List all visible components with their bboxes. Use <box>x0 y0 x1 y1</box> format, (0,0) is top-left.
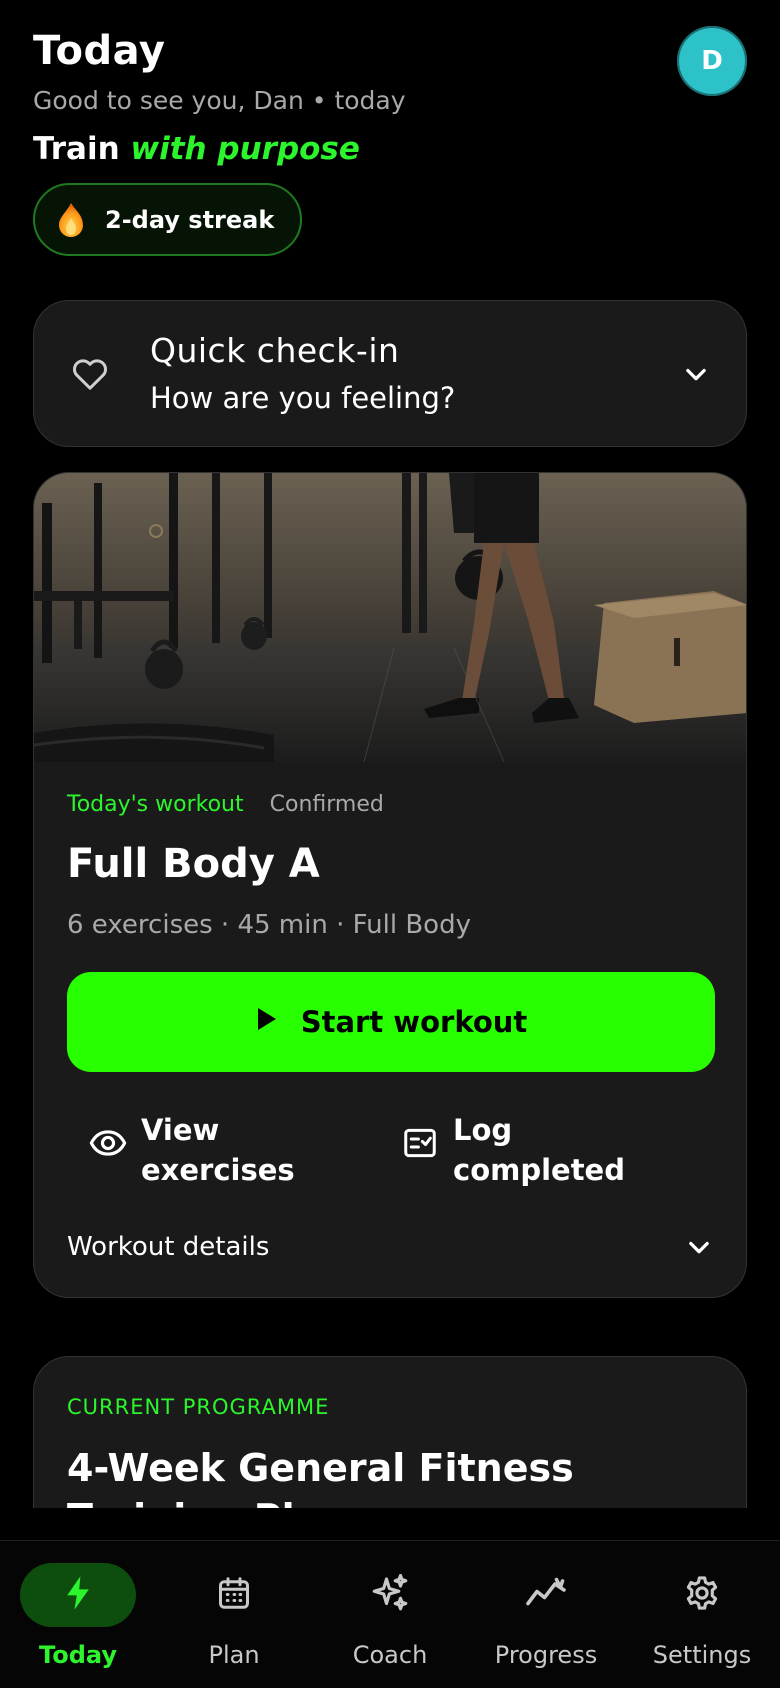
tagline-accent: with purpose <box>130 131 360 167</box>
tab-today[interactable]: Today <box>0 1541 156 1688</box>
heart-icon <box>70 354 110 394</box>
view-exercises-button[interactable]: View exercises <box>89 1110 401 1190</box>
tab-coach-label: Coach <box>352 1641 428 1669</box>
workout-status: Confirmed <box>269 792 384 817</box>
trend-icon <box>525 1576 567 1614</box>
workout-hero-image <box>34 473 746 762</box>
greeting-text: Good to see you, Dan • today <box>33 86 406 115</box>
workout-info: 6 exercises · 45 min · Full Body <box>67 910 471 940</box>
main-scroll[interactable]: Today Good to see you, Dan • today Train… <box>0 0 780 1508</box>
chevron-down-icon <box>685 1233 713 1261</box>
sparkles-icon <box>369 1572 411 1618</box>
streak-label: 2-day streak <box>105 205 275 234</box>
checkin-title: Quick check-in <box>150 330 400 370</box>
tab-today-pill <box>20 1563 136 1627</box>
view-exercises-label: View exercises <box>141 1113 295 1187</box>
tab-progress-pill <box>488 1563 604 1627</box>
tagline: Train with purpose <box>33 130 747 168</box>
start-workout-button[interactable]: Start workout <box>67 972 715 1072</box>
start-workout-label: Start workout <box>300 1005 528 1039</box>
workout-name: Full Body A <box>67 841 320 887</box>
checklist-icon <box>401 1124 439 1162</box>
tab-coach-pill <box>332 1563 448 1627</box>
checkin-subtitle: How are you feeling? <box>150 380 456 415</box>
streak-badge[interactable]: 2-day streak <box>33 183 303 256</box>
programme-tag: CURRENT PROGRAMME <box>67 1395 330 1419</box>
tab-progress[interactable]: Progress <box>468 1541 624 1688</box>
page-title: Today <box>33 28 166 74</box>
avatar[interactable]: D <box>677 26 747 96</box>
chevron-down-icon[interactable] <box>682 360 710 388</box>
bottom-tab-bar: Today Plan Coach Progress Settings <box>0 1540 780 1688</box>
checkin-card[interactable]: Quick check-in How are you feeling? <box>33 300 747 447</box>
gear-icon <box>683 1574 721 1616</box>
programme-card[interactable]: CURRENT PROGRAMME 4-Week General Fitness… <box>33 1356 747 1508</box>
workout-details-toggle[interactable]: Workout details <box>67 1232 713 1262</box>
eye-icon <box>89 1124 127 1162</box>
tab-plan-label: Plan <box>208 1641 260 1669</box>
bolt-icon <box>63 1575 93 1615</box>
tab-coach[interactable]: Coach <box>312 1541 468 1688</box>
play-icon <box>255 1005 279 1039</box>
tagline-plain: Train <box>33 131 120 167</box>
calendar-icon <box>216 1574 252 1616</box>
tab-settings-label: Settings <box>652 1641 752 1669</box>
header: Today Good to see you, Dan • today Train… <box>33 26 747 168</box>
log-completed-button[interactable]: Log completed <box>401 1110 713 1190</box>
tab-plan[interactable]: Plan <box>156 1541 312 1688</box>
tab-settings-pill <box>644 1563 760 1627</box>
workout-card: Today's workout Confirmed Full Body A 6 … <box>33 472 747 1298</box>
tab-settings[interactable]: Settings <box>624 1541 780 1688</box>
tab-today-label: Today <box>39 1641 117 1669</box>
workout-details-label: Workout details <box>67 1232 270 1262</box>
flame-icon <box>57 202 85 238</box>
log-completed-label: Log completed <box>453 1113 625 1187</box>
tab-plan-pill <box>176 1563 292 1627</box>
tab-progress-label: Progress <box>494 1641 598 1669</box>
workout-tag: Today's workout <box>67 792 244 817</box>
programme-title: 4-Week General Fitness Training Plan <box>67 1446 574 1508</box>
